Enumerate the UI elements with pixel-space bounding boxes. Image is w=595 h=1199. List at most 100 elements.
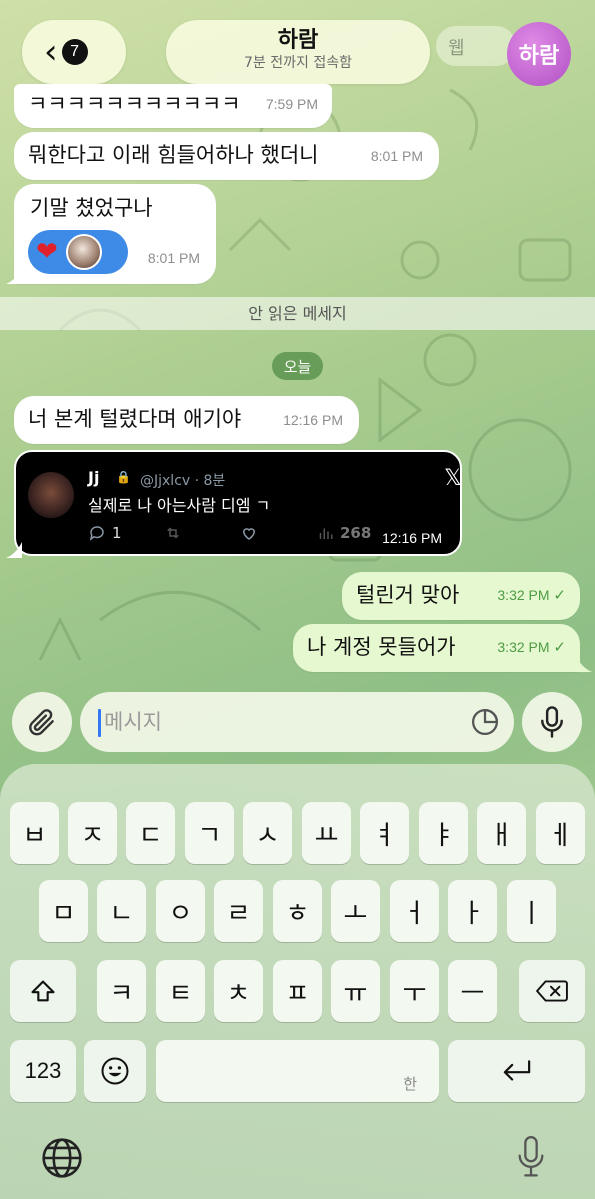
key[interactable]: ㅡ <box>448 960 497 1022</box>
key[interactable]: ㅍ <box>273 960 322 1022</box>
return-icon <box>503 1060 530 1081</box>
key[interactable]: ㅌ <box>156 960 205 1022</box>
message-text: 나 계정 못들어가 <box>307 635 456 659</box>
bubble-tail <box>6 542 22 558</box>
date-separator: 오늘 <box>272 352 323 380</box>
key[interactable]: ㅊ <box>214 960 263 1022</box>
views-action: 268 <box>316 524 371 542</box>
message-time-text: 3:32 PM <box>497 639 550 655</box>
key[interactable]: ㅗ <box>331 880 380 942</box>
key[interactable]: ㅓ <box>390 880 439 942</box>
chat-title[interactable]: 하람 7분 전까지 접속함 <box>166 20 430 84</box>
attach-button[interactable] <box>12 692 72 752</box>
message-text: 너 본계 털렸다며 애기야 <box>28 407 242 431</box>
tweet-author-name: Jj <box>88 468 100 487</box>
key[interactable]: ㅇ <box>156 880 205 942</box>
key[interactable]: ㅐ <box>477 802 526 864</box>
shift-key[interactable] <box>10 960 76 1022</box>
message-text: 뭐한다고 이래 힘들어하나 했더니 <box>28 143 319 167</box>
reaction-chip[interactable]: ❤ <box>28 230 128 274</box>
message-bubble[interactable]: 너 본계 털렸다며 애기야 12:16 PM <box>14 396 359 444</box>
shift-icon <box>31 980 55 1002</box>
message-bubble[interactable]: ㅋㅋㅋㅋㅋㅋㅋㅋㅋㅋㅋ 7:59 PM <box>14 84 332 128</box>
globe-icon[interactable] <box>40 1136 84 1180</box>
sticker-icon[interactable] <box>470 707 500 737</box>
key[interactable]: ㄹ <box>214 880 263 942</box>
message-time: 3:32 PM ✓ <box>497 581 566 610</box>
like-action <box>240 524 316 542</box>
message-text: ㅋㅋㅋㅋㅋㅋㅋㅋㅋㅋㅋ <box>28 92 241 116</box>
read-check-icon: ✓ <box>553 639 566 656</box>
emoji-icon <box>101 1057 129 1085</box>
message-time: 12:16 PM <box>283 412 343 428</box>
reactor-avatar <box>65 234 102 270</box>
key[interactable]: ㅔ <box>536 802 585 864</box>
numbers-key[interactable]: 123 <box>10 1040 76 1102</box>
heart-icon: ❤ <box>36 237 58 267</box>
tweet-actions: 1 268 <box>88 524 371 542</box>
return-key[interactable] <box>448 1040 585 1102</box>
key[interactable]: ㅑ <box>419 802 468 864</box>
delete-icon <box>536 980 568 1002</box>
language-hint: 한 <box>403 1075 417 1093</box>
contact-name: 하람 <box>277 28 319 53</box>
message-text: 기말 쳤었구나 <box>30 196 153 220</box>
bubble-tail <box>6 268 22 284</box>
key[interactable]: ㅈ <box>68 802 117 864</box>
message-composer[interactable] <box>80 692 514 752</box>
last-seen-status: 7분 전까지 접속함 <box>244 55 352 71</box>
read-check-icon: ✓ <box>553 587 566 604</box>
key[interactable]: ㄱ <box>185 802 234 864</box>
microphone-icon[interactable] <box>514 1134 548 1180</box>
message-time: 8:01 PM <box>370 148 423 164</box>
message-bubble[interactable]: 털린거 맞아 3:32 PM ✓ <box>342 572 580 620</box>
key[interactable]: ㅏ <box>448 880 497 942</box>
space-key[interactable]: 한 <box>156 1040 439 1102</box>
emoji-key[interactable] <box>84 1040 146 1102</box>
voice-message-button[interactable] <box>522 692 582 752</box>
message-time-text: 3:32 PM <box>497 587 550 603</box>
key[interactable]: ㅣ <box>507 880 556 942</box>
unread-count-badge: 7 <box>61 39 88 65</box>
key[interactable]: ㄴ <box>97 880 146 942</box>
view-count: 268 <box>340 524 372 542</box>
tweet-handle: @Jjxlcv · 8분 <box>140 473 226 489</box>
bubble-tail <box>576 656 592 672</box>
unread-divider: 안 읽은 메세지 <box>0 297 595 330</box>
views-icon <box>319 528 333 539</box>
tweet-preview-card[interactable]: Jj 🔒 @Jjxlcv · 8분 𝕏 실제로 나 아는사람 디엠 ㄱ 1 26… <box>14 450 462 556</box>
keyboard: ㅂ ㅈ ㄷ ㄱ ㅅ ㅛ ㅕ ㅑ ㅐ ㅔ ㅁ ㄴ ㅇ ㄹ ㅎ ㅗ ㅓ ㅏ ㅣ ㅋ … <box>0 764 595 1199</box>
retweet-action <box>164 524 240 542</box>
message-text: 털린거 맞아 <box>356 583 460 607</box>
key[interactable]: ㅁ <box>39 880 88 942</box>
delete-key[interactable] <box>519 960 585 1022</box>
message-time: 3:32 PM ✓ <box>497 633 566 662</box>
message-input[interactable] <box>104 702 464 742</box>
chevron-left-icon: ‹ <box>44 32 58 72</box>
key[interactable]: ㅂ <box>10 802 59 864</box>
message-time: 7:59 PM <box>265 96 318 112</box>
message-bubble[interactable]: 기말 쳤었구나 ❤ 8:01 PM <box>14 184 216 284</box>
key[interactable]: ㄷ <box>126 802 175 864</box>
message-time: 12:16 PM <box>382 530 442 546</box>
key[interactable]: ㅜ <box>390 960 439 1022</box>
message-bubble[interactable]: 나 계정 못들어가 3:32 PM ✓ <box>293 624 580 672</box>
key[interactable]: ㅛ <box>302 802 351 864</box>
contact-avatar[interactable]: 하람 <box>507 22 571 86</box>
text-cursor <box>98 709 101 737</box>
paperclip-icon <box>29 709 54 736</box>
key[interactable]: ㅎ <box>273 880 322 942</box>
key[interactable]: ㅕ <box>360 802 409 864</box>
microphone-icon <box>541 706 563 738</box>
reply-count: 1 <box>112 524 122 542</box>
back-button[interactable]: ‹ 7 <box>22 20 126 84</box>
message-bubble[interactable]: 뭐한다고 이래 힘들어하나 했더니 8:01 PM <box>14 132 439 180</box>
reply-action: 1 <box>88 524 164 542</box>
tweet-author-avatar <box>28 472 74 518</box>
key[interactable]: ㅋ <box>97 960 146 1022</box>
lock-icon: 🔒 <box>116 470 131 484</box>
key[interactable]: ㅠ <box>331 960 380 1022</box>
message-time: 8:01 PM <box>147 250 200 266</box>
key[interactable]: ㅅ <box>243 802 292 864</box>
ghost-header-pill: 웹 <box>436 26 516 66</box>
